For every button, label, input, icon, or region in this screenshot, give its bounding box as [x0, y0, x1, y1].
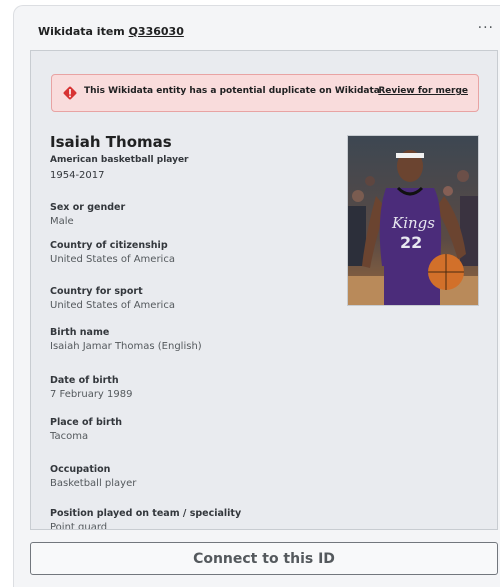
warning-diamond-icon: [63, 86, 77, 100]
property-value: Male: [50, 216, 74, 227]
property-position-played: Position played on team / speciality Poi…: [50, 508, 242, 530]
property-country-for-sport: Country for sport United States of Ameri…: [50, 286, 175, 311]
property-value: United States of America: [50, 300, 175, 311]
property-key: Occupation: [50, 464, 111, 475]
property-value: 7 February 1989: [50, 389, 133, 400]
property-sex-or-gender: Sex or gender Male: [50, 202, 125, 227]
jersey-text: Kings: [391, 214, 435, 232]
jersey-number: 22: [400, 233, 422, 252]
property-key: Country for sport: [50, 286, 143, 297]
property-value: Point guard: [50, 522, 108, 530]
property-value: United States of America: [50, 254, 175, 265]
panel-header: Wikidata item Q336030: [38, 25, 184, 43]
header-prefix: Wikidata item: [38, 25, 129, 38]
property-occupation: Occupation Basketball player: [50, 464, 136, 489]
entity-years: 1954-2017: [50, 170, 105, 181]
property-value: Tacoma: [50, 431, 89, 442]
property-date-of-birth: Date of birth 7 February 1989: [50, 375, 132, 400]
property-key: Birth name: [50, 327, 110, 338]
duplicate-warning: This Wikidata entity has a potential dup…: [51, 74, 479, 112]
property-country-of-citizenship: Country of citizenship United States of …: [50, 240, 175, 265]
property-birth-name: Birth name Isaiah Jamar Thomas (English): [50, 327, 202, 352]
property-key: Sex or gender: [50, 202, 126, 213]
property-key: Position played on team / speciality: [50, 508, 242, 519]
connect-to-id-button[interactable]: Connect to this ID: [30, 542, 498, 575]
entity-card: This Wikidata entity has a potential dup…: [30, 50, 498, 530]
property-key: Country of citizenship: [50, 240, 168, 251]
property-key: Date of birth: [50, 375, 119, 386]
wikidata-item-link[interactable]: Q336030: [129, 25, 184, 38]
property-value: Basketball player: [50, 478, 137, 489]
ellipsis-icon[interactable]: ···: [478, 20, 494, 36]
entity-photo: Kings 22: [347, 135, 479, 306]
player-photo: Kings 22: [348, 136, 478, 305]
entity-name: Isaiah Thomas: [50, 133, 172, 151]
warning-text: This Wikidata entity has a potential dup…: [84, 86, 380, 96]
review-for-merge-link[interactable]: Review for merge: [378, 86, 468, 96]
property-key: Place of birth: [50, 417, 123, 428]
property-place-of-birth: Place of birth Tacoma: [50, 417, 122, 442]
property-value: Isaiah Jamar Thomas (English): [50, 341, 202, 352]
entity-description: American basketball player: [50, 155, 189, 165]
